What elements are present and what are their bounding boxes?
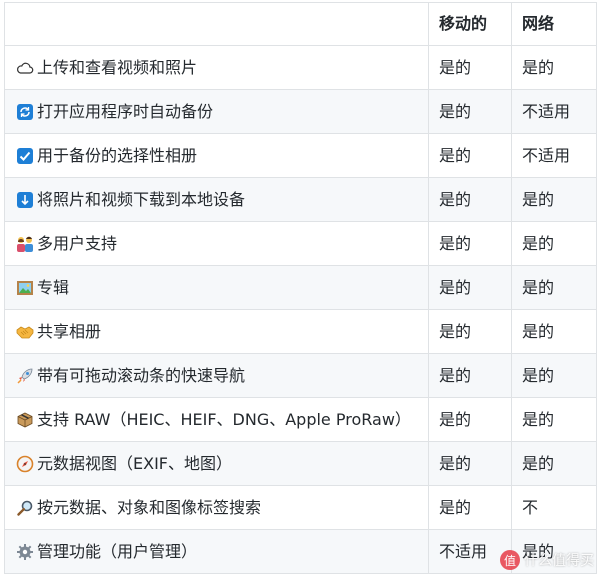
feature-label: 多用户支持 bbox=[37, 233, 118, 253]
feature-label: 专辑 bbox=[37, 277, 70, 297]
header-mobile: 移动的 bbox=[428, 2, 512, 46]
feature-label: 上传和查看视频和照片 bbox=[37, 57, 198, 77]
feature-cell: 按元数据、对象和图像标签搜索 bbox=[4, 485, 429, 530]
web-cell: 是的 bbox=[511, 441, 597, 486]
feature-label: 用于备份的选择性相册 bbox=[37, 145, 198, 165]
table-row: 共享相册 是的 是的 bbox=[4, 309, 597, 354]
feature-cell: 多用户支持 bbox=[4, 221, 429, 266]
web-cell: 不 bbox=[511, 485, 597, 530]
feature-cell: 共享相册 bbox=[4, 309, 429, 354]
mobile-cell: 是的 bbox=[428, 265, 512, 310]
table-row: 按元数据、对象和图像标签搜索 是的 不 bbox=[4, 485, 597, 530]
header-feature bbox=[4, 2, 429, 46]
mobile-cell: 是的 bbox=[428, 177, 512, 222]
feature-cell: 带有可拖动滚动条的快速导航 bbox=[4, 353, 429, 398]
handshake-icon bbox=[15, 322, 35, 342]
framed-picture-icon bbox=[15, 278, 35, 298]
feature-cell: 支持 RAW（HEIC、HEIF、DNG、Apple ProRaw） bbox=[4, 397, 429, 442]
feature-label: 元数据视图（EXIF、地图） bbox=[37, 453, 232, 473]
down-arrow-icon bbox=[15, 190, 35, 210]
table-row: 元数据视图（EXIF、地图） 是的 是的 bbox=[4, 441, 597, 486]
table-row: 将照片和视频下载到本地设备 是的 是的 bbox=[4, 177, 597, 222]
watermark-badge: 值 bbox=[500, 550, 520, 570]
mobile-cell: 是的 bbox=[428, 221, 512, 266]
magnifier-icon bbox=[15, 498, 35, 518]
feature-cell: 元数据视图（EXIF、地图） bbox=[4, 441, 429, 486]
feature-comparison-table: 移动的 网络 上传和查看视频和照片 是的 是的 打开应用程序时自动备份 是的 不… bbox=[4, 2, 597, 574]
feature-cell: 管理功能（用户管理） bbox=[4, 529, 429, 574]
web-cell: 是的 bbox=[511, 221, 597, 266]
mobile-cell: 是的 bbox=[428, 45, 512, 90]
table-row: 支持 RAW（HEIC、HEIF、DNG、Apple ProRaw） 是的 是的 bbox=[4, 397, 597, 442]
mobile-cell: 是的 bbox=[428, 485, 512, 530]
feature-cell: 专辑 bbox=[4, 265, 429, 310]
table-row: 打开应用程序时自动备份 是的 不适用 bbox=[4, 89, 597, 134]
mobile-cell: 是的 bbox=[428, 353, 512, 398]
mobile-cell: 是的 bbox=[428, 397, 512, 442]
checkbox-icon bbox=[15, 146, 35, 166]
mobile-cell: 是的 bbox=[428, 89, 512, 134]
web-cell: 不适用 bbox=[511, 133, 597, 178]
table-row: 上传和查看视频和照片 是的 是的 bbox=[4, 45, 597, 90]
web-cell: 是的 bbox=[511, 353, 597, 398]
site-watermark: 值 什么值得买 bbox=[500, 550, 594, 570]
feature-label: 将照片和视频下载到本地设备 bbox=[37, 189, 246, 209]
web-cell: 不适用 bbox=[511, 89, 597, 134]
header-web: 网络 bbox=[511, 2, 597, 46]
feature-label: 支持 RAW（HEIC、HEIF、DNG、Apple ProRaw） bbox=[37, 409, 411, 429]
table-row: 用于备份的选择性相册 是的 不适用 bbox=[4, 133, 597, 178]
table-row: 多用户支持 是的 是的 bbox=[4, 221, 597, 266]
feature-label: 管理功能（用户管理） bbox=[37, 541, 198, 561]
web-cell: 是的 bbox=[511, 309, 597, 354]
sync-arrows-icon bbox=[15, 102, 35, 122]
table-header-row: 移动的 网络 bbox=[4, 2, 597, 46]
mobile-cell: 是的 bbox=[428, 133, 512, 178]
package-icon bbox=[15, 410, 35, 430]
feature-label: 带有可拖动滚动条的快速导航 bbox=[37, 365, 246, 385]
feature-cell: 上传和查看视频和照片 bbox=[4, 45, 429, 90]
watermark-text: 什么值得买 bbox=[524, 553, 594, 569]
rocket-icon bbox=[15, 366, 35, 386]
web-cell: 是的 bbox=[511, 397, 597, 442]
table-row: 带有可拖动滚动条的快速导航 是的 是的 bbox=[4, 353, 597, 398]
web-cell: 是的 bbox=[511, 45, 597, 90]
gear-icon bbox=[15, 542, 35, 562]
feature-label: 打开应用程序时自动备份 bbox=[37, 101, 214, 121]
feature-cell: 用于备份的选择性相册 bbox=[4, 133, 429, 178]
mobile-cell: 是的 bbox=[428, 441, 512, 486]
couple-icon bbox=[15, 234, 35, 254]
web-cell: 是的 bbox=[511, 265, 597, 310]
feature-label: 共享相册 bbox=[37, 321, 102, 341]
compass-icon bbox=[15, 454, 35, 474]
table-row: 专辑 是的 是的 bbox=[4, 265, 597, 310]
cloud-icon bbox=[15, 58, 35, 78]
mobile-cell: 是的 bbox=[428, 309, 512, 354]
feature-label: 按元数据、对象和图像标签搜索 bbox=[37, 497, 262, 517]
web-cell: 是的 bbox=[511, 177, 597, 222]
feature-cell: 打开应用程序时自动备份 bbox=[4, 89, 429, 134]
feature-cell: 将照片和视频下载到本地设备 bbox=[4, 177, 429, 222]
